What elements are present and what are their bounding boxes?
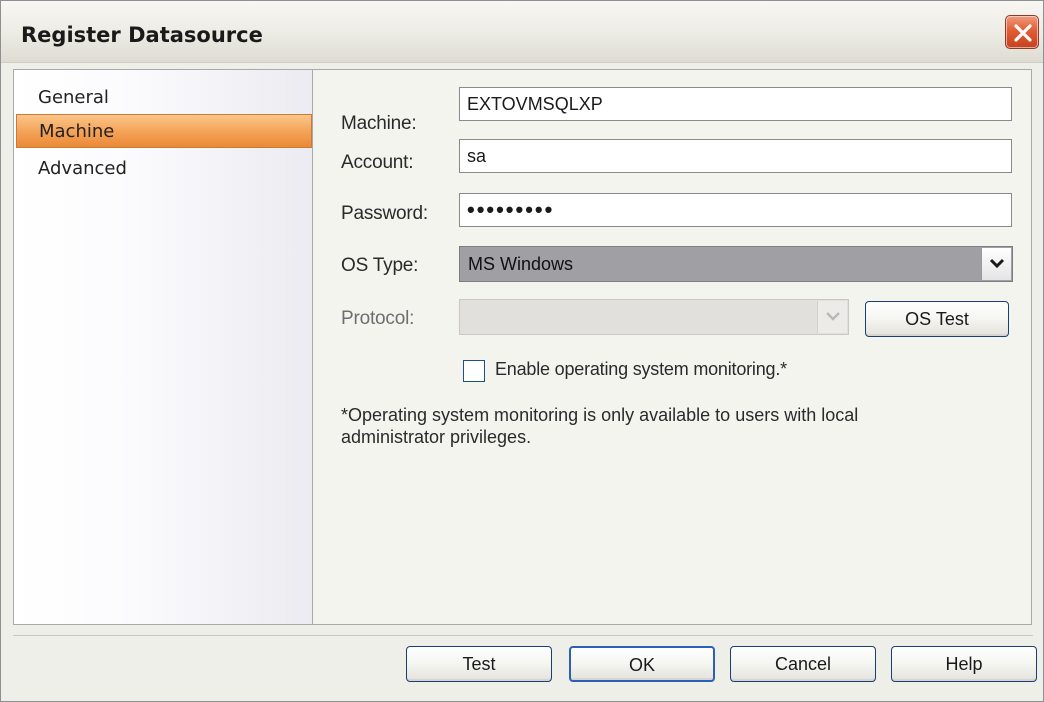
machine-settings-panel: Machine: EXTOVMSQLXP Account: sa Passwor… (313, 69, 1032, 625)
chevron-down-icon (989, 258, 1005, 269)
register-datasource-dialog: Register Datasource General Machine Adva… (0, 0, 1044, 702)
os-type-select[interactable]: MS Windows (459, 246, 1013, 282)
os-type-dropdown-button[interactable] (981, 248, 1011, 280)
password-label: Password: (341, 203, 428, 224)
protocol-label: Protocol: (341, 308, 415, 329)
category-sidebar: General Machine Advanced (13, 69, 313, 625)
protocol-dropdown-button[interactable] (817, 301, 847, 333)
protocol-select[interactable] (459, 299, 849, 335)
chevron-down-icon (826, 312, 840, 321)
password-input[interactable]: ••••••••• (459, 193, 1012, 227)
os-test-button[interactable]: OS Test (865, 301, 1009, 337)
close-button[interactable] (1005, 15, 1039, 49)
close-icon (1014, 24, 1032, 42)
sidebar-item-general[interactable]: General (16, 81, 312, 115)
sidebar-item-advanced[interactable]: Advanced (16, 152, 312, 186)
machine-label: Machine: (341, 113, 417, 134)
enable-os-monitoring-checkbox[interactable] (463, 360, 485, 382)
title-bar[interactable]: Register Datasource (1, 1, 1043, 63)
account-label: Account: (341, 152, 414, 173)
os-type-value: MS Windows (468, 254, 574, 274)
account-input[interactable]: sa (459, 139, 1012, 173)
cancel-button[interactable]: Cancel (730, 646, 876, 682)
footer-divider (13, 635, 1033, 636)
test-button[interactable]: Test (406, 646, 552, 682)
dialog-title: Register Datasource (21, 23, 263, 47)
sidebar-item-machine[interactable]: Machine (16, 114, 312, 148)
os-type-label: OS Type: (341, 255, 419, 276)
monitoring-note-line-2: administrator privileges. (341, 427, 532, 447)
monitoring-note-line-1: *Operating system monitoring is only ava… (341, 405, 859, 425)
help-button[interactable]: Help (891, 646, 1037, 682)
enable-os-monitoring-label[interactable]: Enable operating system monitoring.* (495, 359, 787, 380)
machine-input[interactable]: EXTOVMSQLXP (459, 87, 1012, 121)
ok-button[interactable]: OK (569, 646, 715, 682)
